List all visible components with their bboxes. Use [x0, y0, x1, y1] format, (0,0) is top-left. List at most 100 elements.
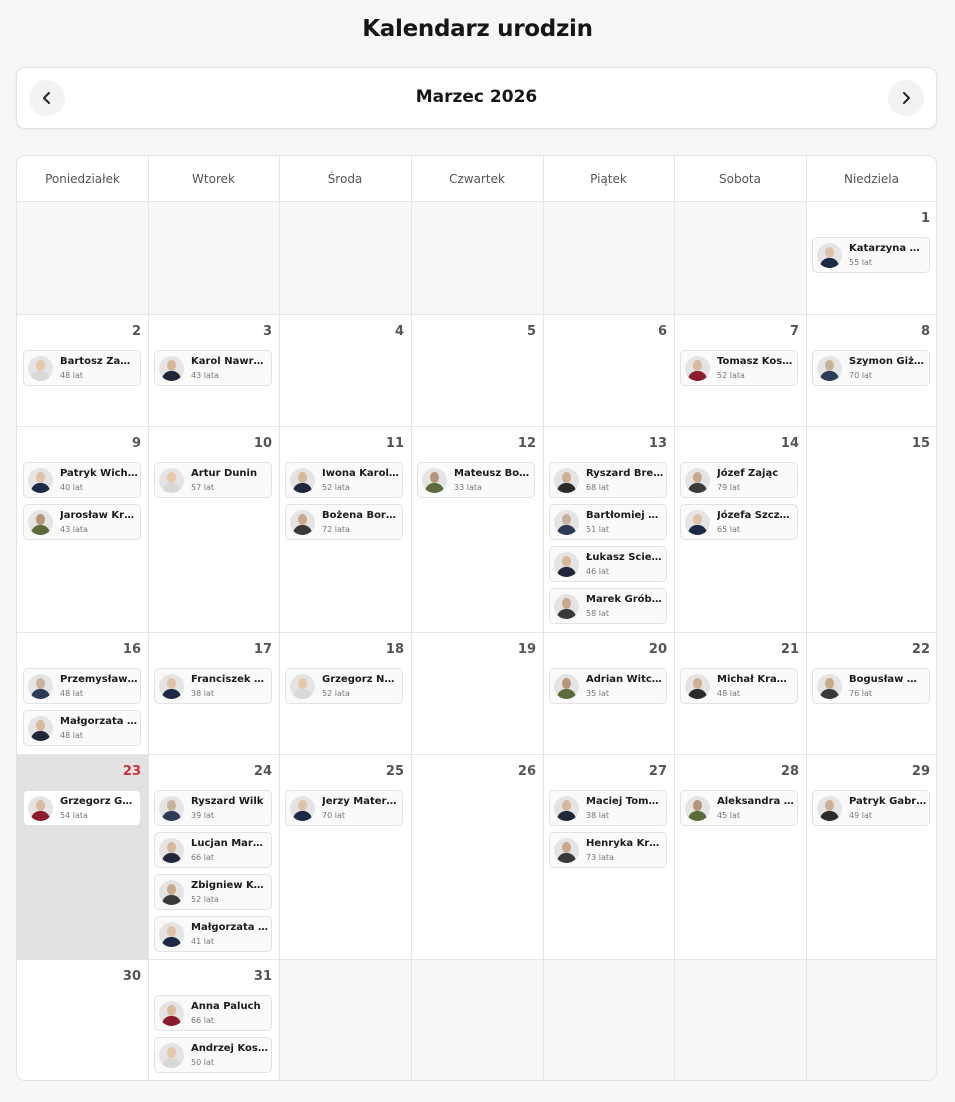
person-name: Aleksandra L…	[717, 796, 795, 807]
weekday-header: Sobota	[719, 171, 761, 186]
day-cell: 3 Karol Nawrocki 43 lata	[148, 314, 279, 426]
birthday-card[interactable]: Franciszek St… 38 lat	[154, 668, 272, 704]
avatar-body	[162, 895, 181, 905]
birthday-card[interactable]: Patryk Gabriel 49 lat	[812, 790, 930, 826]
person-age: 46 lat	[586, 567, 609, 576]
person-age: 48 lat	[717, 689, 740, 698]
avatar	[28, 510, 53, 535]
birthday-card[interactable]: Anna Paluch 66 lat	[154, 995, 272, 1031]
birthday-card[interactable]: Ryszard Wilk 39 lat	[154, 790, 272, 826]
birthday-card[interactable]: Lucjan Marek… 66 lat	[154, 832, 272, 868]
birthday-card[interactable]: Bożena Borys… 72 lata	[285, 504, 403, 540]
avatar-body	[820, 811, 839, 821]
birthday-card[interactable]: Tomasz Kostuś 52 lata	[680, 350, 798, 386]
birthday-card[interactable]: Aleksandra L… 45 lat	[680, 790, 798, 826]
birthday-card[interactable]: Grzegorz Gaża 54 lata	[23, 790, 141, 826]
birthday-card[interactable]: Katarzyna Kr… 55 lat	[812, 237, 930, 273]
avatar	[685, 510, 710, 535]
birthday-card[interactable]: Małgorzata W… 48 lat	[23, 710, 141, 746]
avatar-head	[693, 360, 702, 371]
birthday-card[interactable]: Ryszard Brejza 68 lat	[549, 462, 667, 498]
avatar-body	[31, 731, 50, 741]
avatar-head	[562, 800, 571, 811]
avatar	[159, 674, 184, 699]
birthday-card[interactable]: Mateusz Boc… 33 lata	[417, 462, 535, 498]
day-cell: 25 Jerzy Materna 70 lat	[279, 754, 411, 959]
person-age: 48 lat	[60, 731, 83, 740]
person-age: 33 lata	[454, 483, 482, 492]
day-number: 22	[911, 642, 930, 657]
avatar-body	[557, 609, 576, 619]
avatar-body	[557, 567, 576, 577]
person-name: Katarzyna Kr…	[849, 243, 927, 254]
avatar-head	[825, 678, 834, 689]
avatar	[554, 838, 579, 863]
avatar-body	[293, 483, 312, 493]
avatar	[685, 674, 710, 699]
avatar-body	[31, 371, 50, 381]
person-name: Bogusław Wo…	[849, 674, 927, 685]
birthday-card[interactable]: Jerzy Materna 70 lat	[285, 790, 403, 826]
avatar-head	[36, 360, 45, 371]
person-name: Małgorzata G…	[191, 922, 269, 933]
avatar-body	[31, 811, 50, 821]
birthday-card[interactable]: Patryk Wicher 40 lat	[23, 462, 141, 498]
day-number: 27	[648, 764, 667, 779]
birthday-card[interactable]: Iwona Karole… 52 lata	[285, 462, 403, 498]
birthday-card[interactable]: Małgorzata G… 41 lat	[154, 916, 272, 952]
birthday-card[interactable]: Przemysław … 48 lat	[23, 668, 141, 704]
day-cell: 20 Adrian Witcz… 35 lat	[543, 632, 674, 754]
birthday-card[interactable]: Bartłomiej Wr… 51 lat	[549, 504, 667, 540]
empty-day-cell	[806, 959, 936, 1080]
birthday-card[interactable]: Henryka Krzy… 73 lata	[549, 832, 667, 868]
avatar-head	[693, 800, 702, 811]
avatar	[290, 796, 315, 821]
birthday-card[interactable]: Szymon Giży… 70 lat	[812, 350, 930, 386]
person-name: Zbigniew Kon…	[191, 880, 269, 891]
grid-divider	[806, 156, 807, 1080]
day-cell: 14 Józef Zając 79 lat Józefa Szczur… 65 lat	[674, 426, 806, 632]
birthday-card[interactable]: Bartosz Zawi… 48 lat	[23, 350, 141, 386]
day-number: 28	[780, 764, 799, 779]
person-name: Szymon Giży…	[849, 356, 927, 367]
person-name: Józef Zając	[717, 468, 779, 479]
empty-day-cell	[279, 201, 411, 314]
next-month-button[interactable]	[888, 80, 924, 116]
avatar-head	[167, 1005, 176, 1016]
day-number: 20	[648, 642, 667, 657]
avatar-body	[557, 525, 576, 535]
birthday-card[interactable]: Andrzej Koszt… 50 lat	[154, 1037, 272, 1073]
avatar-body	[688, 483, 707, 493]
person-age: 39 lat	[191, 811, 214, 820]
birthday-card[interactable]: Grzegorz Nap… 52 lata	[285, 668, 403, 704]
birthday-card[interactable]: Józefa Szczur… 65 lat	[680, 504, 798, 540]
birthday-card[interactable]: Maciej Tomcz… 38 lat	[549, 790, 667, 826]
person-name: Łukasz Ściebi…	[586, 552, 664, 563]
avatar-body	[293, 811, 312, 821]
day-cell: 18 Grzegorz Nap… 52 lata	[279, 632, 411, 754]
birthday-card[interactable]: Marek Gróba… 58 lat	[549, 588, 667, 624]
birthday-card[interactable]: Józef Zając 79 lat	[680, 462, 798, 498]
person-name: Lucjan Marek…	[191, 838, 269, 849]
person-age: 52 lata	[717, 371, 745, 380]
day-cell: 22 Bogusław Wo… 76 lat	[806, 632, 936, 754]
avatar-head	[167, 1047, 176, 1058]
day-number: 10	[253, 436, 272, 451]
person-name: Artur Dunin	[191, 468, 258, 479]
person-name: Małgorzata W…	[60, 716, 138, 727]
birthday-card[interactable]: Karol Nawrocki 43 lata	[154, 350, 272, 386]
birthday-card[interactable]: Artur Dunin 57 lat	[154, 462, 272, 498]
birthday-card[interactable]: Jarosław Kraj… 43 lata	[23, 504, 141, 540]
birthday-card[interactable]: Adrian Witcz… 35 lat	[549, 668, 667, 704]
avatar-head	[298, 800, 307, 811]
avatar	[159, 468, 184, 493]
day-number: 23	[122, 764, 141, 779]
birthday-card[interactable]: Zbigniew Kon… 52 lata	[154, 874, 272, 910]
avatar	[817, 356, 842, 381]
birthday-card[interactable]: Bogusław Wo… 76 lat	[812, 668, 930, 704]
birthday-card[interactable]: Michał Krawc… 48 lat	[680, 668, 798, 704]
grid-divider	[411, 156, 412, 1080]
birthday-card[interactable]: Łukasz Ściebi… 46 lat	[549, 546, 667, 582]
day-number: 3	[262, 324, 272, 339]
day-number: 1	[920, 211, 930, 226]
